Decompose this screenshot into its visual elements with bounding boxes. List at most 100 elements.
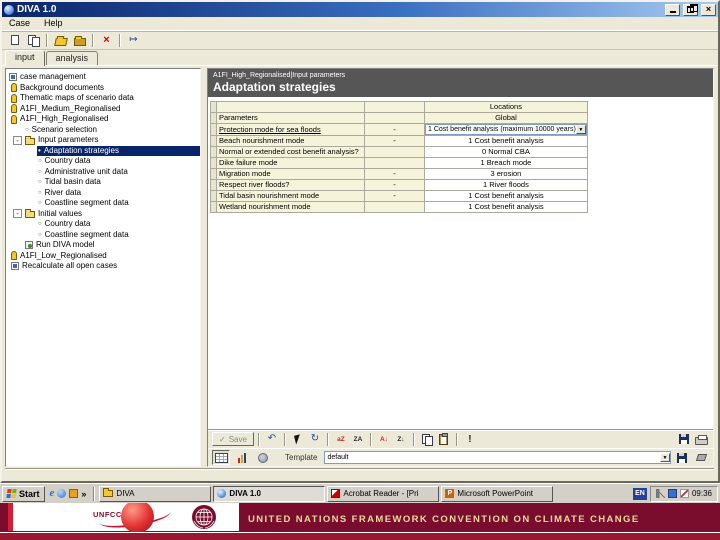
parameter-name-cell[interactable]: Tidal basin nourishment mode xyxy=(216,190,365,202)
select-mode-button[interactable] xyxy=(290,432,306,447)
signal-icon[interactable] xyxy=(679,489,689,498)
open-folder-icon xyxy=(53,37,68,46)
tree-item[interactable]: ○ Scenario selection xyxy=(6,125,200,136)
parameter-name-cell[interactable]: Normal or extended cost benefit analysis… xyxy=(216,146,365,158)
tab-analysis[interactable]: analysis xyxy=(45,51,99,65)
table-view-button[interactable] xyxy=(212,450,230,465)
print-button[interactable] xyxy=(693,432,709,447)
value-cell[interactable]: 1 River floods xyxy=(424,179,588,191)
copy-case-icon xyxy=(28,34,40,47)
expand-toggle-icon[interactable]: - xyxy=(13,209,22,219)
tree-item[interactable]: - Initial values xyxy=(6,209,200,220)
quick-launch-icon[interactable] xyxy=(69,489,79,498)
parameter-table: Locations Parameters Global Protection m… xyxy=(210,101,588,213)
sort-ascending-button[interactable]: A↓ xyxy=(376,432,392,447)
value-cell[interactable]: 1 Cost benefit analysis (maximum 10000 y… xyxy=(424,123,588,136)
tree-item-label: Input parameters xyxy=(38,135,99,145)
taskbar-window-diva[interactable]: DIVA 1.0 xyxy=(213,485,326,502)
main-toolbar: × ↦ xyxy=(2,31,718,50)
start-button[interactable]: Start xyxy=(2,485,45,502)
import-case-button[interactable] xyxy=(70,32,89,49)
volume-icon[interactable] xyxy=(655,489,665,498)
language-indicator[interactable]: EN xyxy=(632,487,647,500)
tree-item[interactable]: A1FI_Medium_Regionalised xyxy=(6,104,200,115)
tree-item[interactable]: Thematic maps of scenario data xyxy=(6,93,200,104)
refresh-button[interactable]: ↻ xyxy=(307,432,323,447)
quick-launch-overflow[interactable]: » xyxy=(81,489,86,499)
system-tray: EN 09:36 xyxy=(632,485,718,502)
expand-toggle-icon[interactable]: - xyxy=(13,135,22,145)
delete-case-button[interactable]: × xyxy=(97,32,116,49)
value-cell[interactable]: 3 erosion xyxy=(424,168,588,180)
tree-item[interactable]: ○ Country data xyxy=(6,156,200,167)
tree-item[interactable]: Background documents xyxy=(6,83,200,94)
undo-button[interactable]: ↶ xyxy=(264,432,280,447)
taskbar-window-powerpoint[interactable]: P Microsoft PowerPoint xyxy=(441,485,554,502)
save-button[interactable]: ✓ Save xyxy=(212,432,254,446)
tree-item[interactable]: ○ Coastline segment data xyxy=(6,198,200,209)
tree-view: case management Background documents Thema… xyxy=(5,68,201,467)
disk-icon xyxy=(677,452,687,463)
value-cell[interactable]: 1 Breach mode xyxy=(424,157,588,169)
save-template-button[interactable] xyxy=(674,450,690,465)
value-cell[interactable]: 1 Cost benefit analysis xyxy=(424,201,588,213)
tree-item[interactable]: • Adaptation strategies xyxy=(6,145,200,156)
parameter-name-cell[interactable]: Protection mode for sea floods xyxy=(216,123,365,136)
content-panel: A1FI_High_Regionalised|Input parameters … xyxy=(207,68,714,467)
tree-item[interactable]: case management xyxy=(6,72,200,83)
chevron-down-icon[interactable]: ▼ xyxy=(575,125,586,134)
table-row: Dike failure mode 1 Breach mode xyxy=(210,157,588,169)
parameter-name-cell[interactable]: Dike failure mode xyxy=(216,157,365,169)
parameter-name-cell[interactable]: Respect river floods? xyxy=(216,179,365,191)
value-dropdown[interactable]: 1 Cost benefit analysis (maximum 10000 y… xyxy=(425,124,587,135)
clear-template-button[interactable] xyxy=(693,450,709,465)
quick-launch-icon[interactable] xyxy=(57,489,67,498)
restore-button[interactable] xyxy=(683,3,698,16)
internet-explorer-icon[interactable]: e xyxy=(50,488,55,499)
minimize-button[interactable] xyxy=(665,3,680,16)
tree-item[interactable]: A1FI_Low_Regionalised xyxy=(6,251,200,262)
tab-input[interactable]: input xyxy=(5,50,45,66)
tree-item[interactable]: - Input parameters xyxy=(6,135,200,146)
tree-item[interactable]: ○ Coastline segment data xyxy=(6,230,200,241)
parameter-name-cell[interactable]: Migration mode xyxy=(216,168,365,180)
copy-case-button[interactable] xyxy=(24,32,43,49)
taskbar-window-folder[interactable]: DIVA xyxy=(99,485,212,502)
validate-button[interactable]: ! xyxy=(462,432,478,447)
chevron-down-icon[interactable]: ▼ xyxy=(660,453,670,462)
value-cell[interactable]: 0 Normal CBA xyxy=(424,146,588,158)
tree-item[interactable]: A1FI_High_Regionalised xyxy=(6,114,200,125)
map-view-button[interactable] xyxy=(254,450,272,465)
parameter-name-cell[interactable]: Wetland nourishment mode xyxy=(216,201,365,213)
tree-item[interactable]: ○ Administrative unit data xyxy=(6,167,200,178)
network-icon[interactable] xyxy=(667,489,677,498)
flag-cell: - xyxy=(364,179,425,191)
value-cell[interactable]: 1 Cost benefit analysis xyxy=(424,135,588,147)
export-button[interactable]: ↦ xyxy=(124,32,143,49)
tree-item[interactable]: ○ River data xyxy=(6,188,200,199)
save-table-button[interactable] xyxy=(676,432,692,447)
taskbar-window-acrobat[interactable]: Acrobat Reader - [Pri xyxy=(327,485,440,502)
template-dropdown[interactable]: default ▼ xyxy=(324,451,671,464)
tree-item[interactable]: Run DIVA model xyxy=(6,240,200,251)
fill-az-button[interactable]: aZ xyxy=(333,432,349,447)
tree-item[interactable]: ○ Tidal basin data xyxy=(6,177,200,188)
parameters-header: Parameters xyxy=(216,112,365,124)
tree-item[interactable]: Recalculate all open cases xyxy=(6,261,200,272)
acrobat-icon xyxy=(331,489,341,498)
paste-button[interactable] xyxy=(436,432,452,447)
menu-case[interactable]: Case xyxy=(2,17,37,30)
tree-item[interactable]: ○ Country data xyxy=(6,219,200,230)
table-row: Protection mode for sea floods -1 Cost be… xyxy=(210,123,588,136)
new-case-button[interactable] xyxy=(5,32,24,49)
parameter-name-cell[interactable]: Beach nourishment mode xyxy=(216,135,365,147)
calc-icon xyxy=(11,262,19,271)
menu-help[interactable]: Help xyxy=(37,17,70,30)
value-cell[interactable]: 1 Cost benefit analysis xyxy=(424,190,588,202)
chart-view-button[interactable] xyxy=(233,450,251,465)
copy-button[interactable] xyxy=(419,432,435,447)
open-case-button[interactable] xyxy=(51,32,70,49)
close-button[interactable]: × xyxy=(701,3,716,16)
fill-za-button[interactable]: ZA xyxy=(350,432,366,447)
sort-descending-button[interactable]: Z↓ xyxy=(393,432,409,447)
